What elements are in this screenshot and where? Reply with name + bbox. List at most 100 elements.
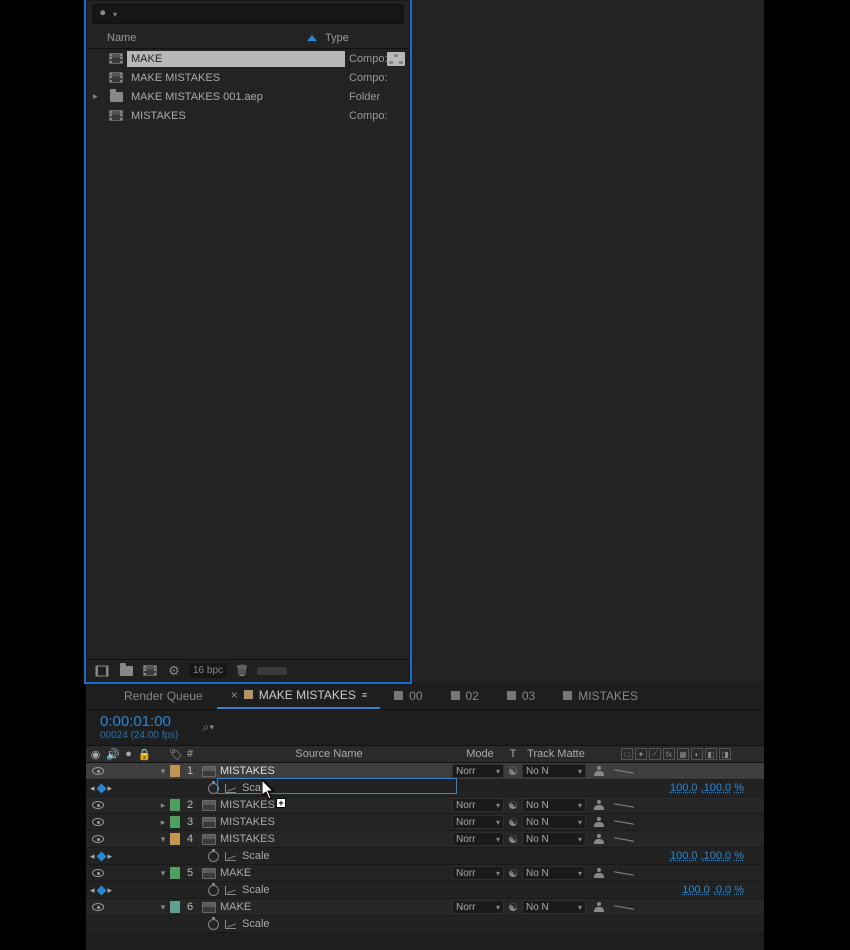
col-name-label[interactable]: Name [107, 32, 136, 44]
layer-name[interactable]: MAKE [220, 901, 251, 913]
layer-label-swatch[interactable] [170, 799, 180, 811]
visibility-toggle[interactable] [92, 903, 104, 911]
preserve-transparency-toggle[interactable]: ☯ [508, 799, 518, 812]
project-item-name[interactable]: MAKE MISTAKES 001.aep [127, 89, 345, 105]
moblur-switch-icon[interactable]: ◐ [691, 748, 703, 760]
layer-label-swatch[interactable] [170, 901, 180, 913]
project-search-input[interactable]: ▾ [92, 4, 404, 24]
twirl-open-icon[interactable]: ▾ [156, 868, 170, 879]
layer-name[interactable]: MAKE [220, 867, 251, 879]
blend-mode-dropdown[interactable]: Norr▾ [452, 900, 504, 914]
project-item[interactable]: MAKE Compo: [87, 49, 409, 68]
property-row-scale[interactable]: ◂▸ Scale 100.0 ,0.0 % [86, 882, 764, 899]
layer-row[interactable]: ▸ 3 MISTAKES Norr▾ ☯ No N▾ [86, 814, 764, 831]
graph-editor-icon[interactable] [225, 886, 236, 895]
keyframe-diamond-icon[interactable] [96, 885, 106, 895]
thumbnail-size-slider[interactable] [257, 667, 287, 675]
project-panel[interactable]: ▾ Name Type MAKE Compo: [86, 0, 410, 682]
visibility-toggle[interactable] [92, 818, 104, 826]
property-name[interactable]: Scale [242, 918, 270, 930]
graph-editor-icon[interactable] [225, 852, 236, 861]
property-name[interactable]: Scale [242, 782, 270, 794]
property-name[interactable]: Scale [242, 884, 270, 896]
preserve-transparency-toggle[interactable]: ☯ [508, 901, 518, 914]
project-item[interactable]: MAKE MISTAKES Compo: [87, 68, 409, 87]
graph-editor-icon[interactable] [225, 784, 236, 793]
t-column-header[interactable]: T [504, 748, 522, 760]
layer-label-swatch[interactable] [170, 833, 180, 845]
visibility-toggle[interactable] [92, 835, 104, 843]
twirl-open-icon[interactable]: ▾ [156, 766, 170, 777]
tab-comp[interactable]: 00 [380, 682, 436, 709]
blend-mode-dropdown[interactable]: Norr▾ [452, 866, 504, 880]
frameblend-switch-icon[interactable]: ▦ [677, 748, 689, 760]
parent-pickwhip-icon[interactable] [594, 817, 604, 827]
graph-editor-icon[interactable] [225, 920, 236, 929]
preserve-transparency-toggle[interactable]: ☯ [508, 867, 518, 880]
layer-name[interactable]: MISTAKES [220, 816, 275, 828]
close-tab-icon[interactable]: × [231, 688, 238, 702]
twirl-open-icon[interactable]: ▾ [156, 902, 170, 913]
layer-name[interactable]: MISTAKES [220, 833, 275, 845]
sort-asc-icon[interactable] [307, 35, 317, 41]
parent-pickwhip-icon[interactable] [594, 766, 604, 776]
label-column-icon[interactable]: 🏷 [169, 748, 183, 761]
stopwatch-icon[interactable] [208, 919, 219, 930]
quality-switch-icon[interactable]: ⟋ [649, 748, 661, 760]
project-item-name[interactable]: MAKE MISTAKES [127, 70, 345, 86]
trackmatte-column-header[interactable]: Track Matte [522, 748, 586, 760]
layer-row[interactable]: ▾ 4 MISTAKES Norr▾ ☯ No N▾ [86, 831, 764, 848]
stopwatch-icon[interactable] [208, 851, 219, 862]
bpc-toggle[interactable]: 16 bpc [189, 663, 227, 678]
track-matte-dropdown[interactable]: No N▾ [522, 832, 586, 846]
num-column-header[interactable]: # [182, 748, 198, 760]
layer-label-swatch[interactable] [170, 765, 180, 777]
blend-mode-dropdown[interactable]: Norr▾ [452, 832, 504, 846]
solo-column-icon[interactable]: ● [125, 748, 132, 760]
track-matte-dropdown[interactable]: No N▾ [522, 798, 586, 812]
keyframe-navigator[interactable]: ◂▸ [86, 783, 156, 794]
layer-row[interactable]: ▾ 1 MISTAKES Norr▾ ☯ No N▾ [86, 763, 764, 780]
project-columns-header[interactable]: Name Type [87, 27, 409, 49]
stopwatch-icon[interactable] [208, 885, 219, 896]
blend-mode-dropdown[interactable]: Norr▾ [452, 764, 504, 778]
col-type-label[interactable]: Type [325, 32, 349, 44]
property-row-scale[interactable]: ◂▸ Scale 100.0 ,100.0 % [86, 780, 764, 797]
layer-label-swatch[interactable] [170, 867, 180, 879]
project-settings-button[interactable]: ⚙ [165, 663, 183, 679]
timeline-search-input[interactable]: ⌕▾ [188, 719, 228, 737]
blend-mode-dropdown[interactable]: Norr▾ [452, 815, 504, 829]
project-item-name[interactable]: MISTAKES [127, 108, 345, 124]
visibility-toggle[interactable] [92, 869, 104, 877]
project-item-name[interactable]: MAKE [127, 51, 345, 67]
parent-pickwhip-icon[interactable] [594, 902, 604, 912]
new-comp-button[interactable] [141, 663, 159, 679]
visibility-toggle[interactable] [92, 767, 104, 775]
video-column-icon[interactable]: ◉ [91, 748, 101, 761]
delete-button[interactable]: 🗑 [233, 663, 251, 679]
track-matte-dropdown[interactable]: No N▾ [522, 900, 586, 914]
layer-row[interactable]: ▸ 2 MISTAKES Norr▾ ☯ No N▾ [86, 797, 764, 814]
interpret-footage-button[interactable] [93, 663, 111, 679]
layer-name[interactable]: MISTAKES [220, 799, 275, 811]
current-timecode[interactable]: 0:00:01:00 [100, 714, 178, 731]
project-items-list[interactable]: MAKE Compo: MAKE MISTAKES Compo: ▸ MAKE … [87, 49, 409, 659]
layer-row[interactable]: ▾ 6 MAKE Norr▾ ☯ No N▾ [86, 899, 764, 916]
tab-render-queue[interactable]: Render Queue [110, 682, 217, 709]
frame-fps-readout[interactable]: 00024 (24.00 fps) [100, 730, 178, 741]
collapse-switch-icon[interactable]: ✦ [635, 748, 647, 760]
parent-pickwhip-icon[interactable] [594, 868, 604, 878]
layer-label-swatch[interactable] [170, 816, 180, 828]
property-row-scale[interactable]: Scale [86, 916, 764, 933]
property-row-scale[interactable]: ◂▸ Scale 100.0 ,100.0 % [86, 848, 764, 865]
twirl-closed-icon[interactable]: ▸ [156, 800, 170, 811]
twirl-closed-icon[interactable]: ▸ [93, 91, 98, 102]
fx-switch-icon[interactable]: fx [663, 748, 675, 760]
tab-comp[interactable]: 02 [437, 682, 493, 709]
twirl-open-icon[interactable]: ▾ [156, 834, 170, 845]
keyframe-diamond-icon[interactable] [96, 783, 106, 793]
blend-mode-dropdown[interactable]: Norr▾ [452, 798, 504, 812]
stopwatch-icon[interactable] [208, 783, 219, 794]
scale-values[interactable]: 100.0 ,100.0 % [310, 850, 764, 862]
tab-comp[interactable]: 03 [493, 682, 549, 709]
